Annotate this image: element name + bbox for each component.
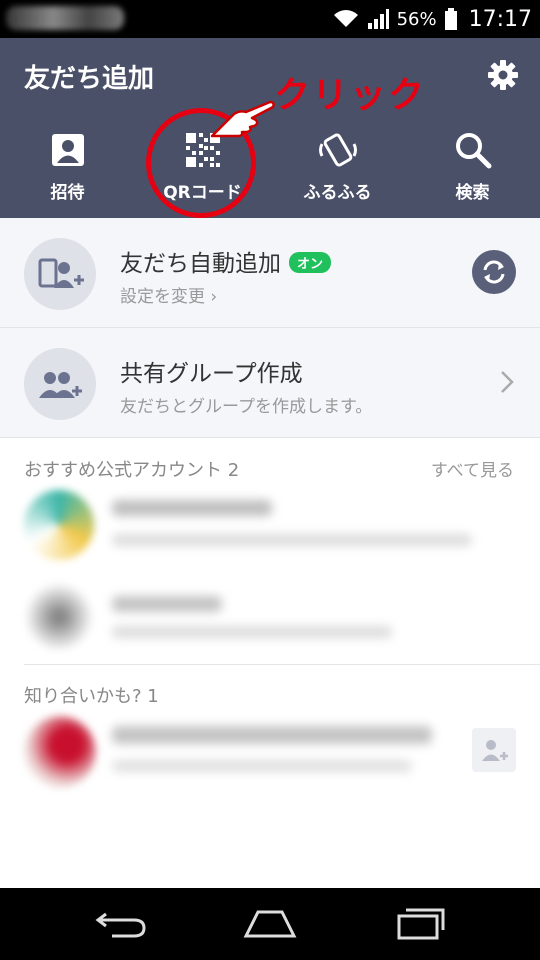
maybe-know-heading: 知り合いかも? 1: [24, 686, 159, 707]
recommended-heading: おすすめ公式アカウント 2: [24, 460, 240, 481]
refresh-icon: [483, 260, 505, 284]
shake-button[interactable]: ふるふる: [270, 130, 405, 210]
notification-icons-blurred: [6, 6, 124, 30]
pointing-hand-icon: [210, 100, 275, 138]
battery-icon: [444, 8, 457, 30]
search-label: 検索: [455, 183, 490, 203]
group-avatar: [24, 348, 96, 420]
status-badge: オン: [289, 252, 332, 273]
invite-label: 招待: [50, 183, 85, 203]
blurred-name: [112, 726, 432, 744]
create-group-title: 共有グループ作成: [120, 361, 303, 387]
avatar: [24, 582, 94, 652]
add-user-icon: [482, 740, 508, 761]
shake-phone-icon: [318, 133, 357, 167]
signal-icon: [367, 9, 389, 29]
annotation-click-text: クリック: [274, 75, 427, 116]
home-icon[interactable]: [242, 906, 298, 942]
phone-add-user-icon: [38, 258, 84, 288]
change-settings-link[interactable]: 設定を変更 ›: [120, 282, 217, 307]
auto-add-avatar: [24, 238, 96, 310]
blurred-name: [112, 596, 222, 612]
battery-percent: 56%: [396, 8, 437, 30]
group-add-icon: [39, 372, 82, 398]
search-button[interactable]: 検索: [405, 130, 540, 210]
page-title: 友だち追加: [24, 64, 155, 94]
recent-apps-icon[interactable]: [396, 906, 446, 942]
create-group-subtitle: 友だちとグループを作成します。: [120, 397, 373, 417]
avatar: [24, 490, 94, 560]
shake-label: ふるふる: [303, 183, 372, 203]
back-icon[interactable]: [94, 906, 148, 942]
system-nav-bar: [0, 888, 540, 960]
gear-icon[interactable]: [488, 60, 518, 90]
invite-button[interactable]: 招待: [0, 130, 135, 210]
blurred-description: [112, 760, 412, 772]
add-friend-button[interactable]: [472, 728, 516, 772]
blurred-name: [112, 500, 272, 516]
auto-add-title-text: 友だち自動追加: [120, 251, 281, 277]
avatar: [24, 716, 96, 788]
create-group-row[interactable]: 共有グループ作成 友だちとグループを作成します。: [0, 328, 540, 438]
see-all-link[interactable]: すべて見る: [431, 456, 514, 481]
clock: 17:17: [468, 6, 532, 32]
contact-book-icon: [51, 134, 84, 166]
divider: [24, 664, 540, 665]
auto-add-friends-row[interactable]: 友だち自動追加 オン 設定を変更 ›: [0, 218, 540, 328]
search-icon: [455, 133, 491, 169]
status-bar: 56% 17:17: [0, 0, 540, 38]
blurred-description: [112, 626, 392, 638]
blurred-description: [112, 534, 472, 546]
chevron-right-icon: [501, 371, 514, 393]
wifi-icon: [333, 10, 358, 27]
auto-add-title: 友だち自動追加 オン: [120, 244, 332, 278]
sync-button[interactable]: [472, 250, 516, 294]
